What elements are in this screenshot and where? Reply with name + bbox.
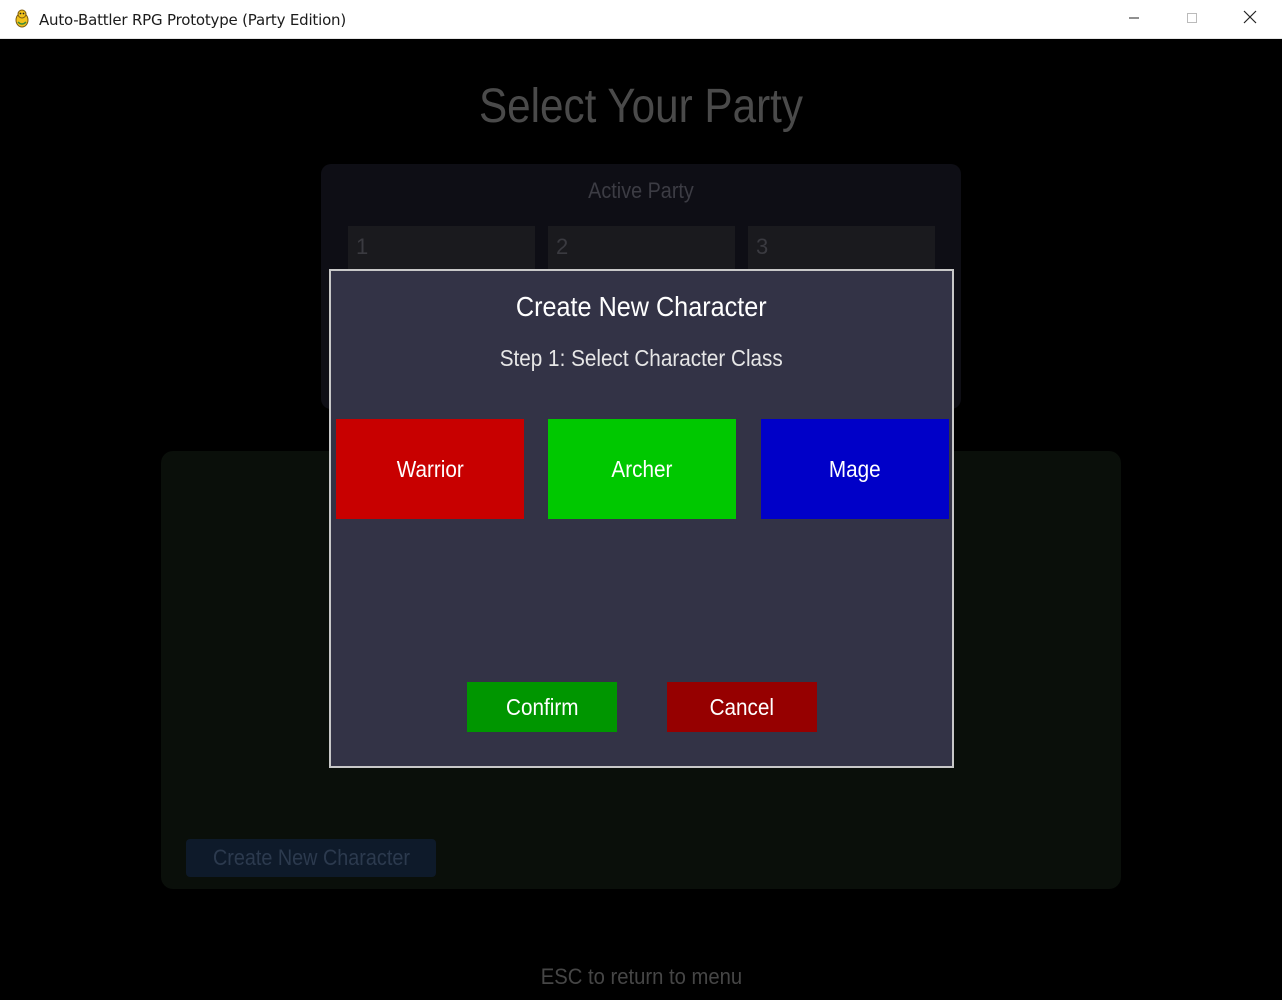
esc-hint-text: ESC to return to menu bbox=[540, 964, 742, 989]
window-titlebar: Auto-Battler RPG Prototype (Party Editio… bbox=[0, 0, 1282, 39]
confirm-button[interactable]: Confirm bbox=[467, 682, 617, 732]
class-archer-button[interactable]: Archer bbox=[548, 419, 736, 519]
maximize-icon bbox=[1186, 11, 1198, 29]
confirm-label: Confirm bbox=[505, 693, 579, 720]
maximize-button[interactable] bbox=[1163, 0, 1221, 39]
class-warrior-button[interactable]: Warrior bbox=[336, 419, 524, 519]
minimize-icon bbox=[1128, 11, 1140, 29]
class-mage-label: Mage bbox=[829, 455, 881, 482]
cancel-button[interactable]: Cancel bbox=[667, 682, 817, 732]
minimize-button[interactable] bbox=[1105, 0, 1163, 39]
modal-title: Create New Character bbox=[331, 291, 952, 323]
modal-step-text: Step 1: Select Character Class bbox=[499, 345, 784, 371]
page-title: Select Your Party bbox=[478, 80, 804, 133]
class-archer-label: Archer bbox=[611, 455, 673, 482]
class-mage-button[interactable]: Mage bbox=[761, 419, 949, 519]
close-icon bbox=[1243, 10, 1257, 29]
modal-title-text: Create New Character bbox=[516, 291, 767, 322]
create-character-modal: Create New Character Step 1: Select Char… bbox=[329, 269, 954, 768]
close-button[interactable] bbox=[1221, 0, 1279, 39]
class-warrior-label: Warrior bbox=[396, 455, 464, 482]
esc-hint: ESC to return to menu bbox=[1, 964, 1281, 990]
window-title: Auto-Battler RPG Prototype (Party Editio… bbox=[39, 11, 347, 29]
active-party-label: Active Party bbox=[588, 178, 694, 203]
create-new-character-button[interactable]: Create New Character bbox=[186, 839, 436, 877]
cancel-label: Cancel bbox=[709, 693, 775, 720]
create-new-character-label: Create New Character bbox=[212, 845, 410, 870]
modal-step-label: Step 1: Select Character Class bbox=[331, 345, 952, 372]
game-canvas: Select Your Party Active Party 1 2 3 Cre… bbox=[1, 39, 1281, 999]
pygame-snake-icon bbox=[12, 9, 32, 29]
